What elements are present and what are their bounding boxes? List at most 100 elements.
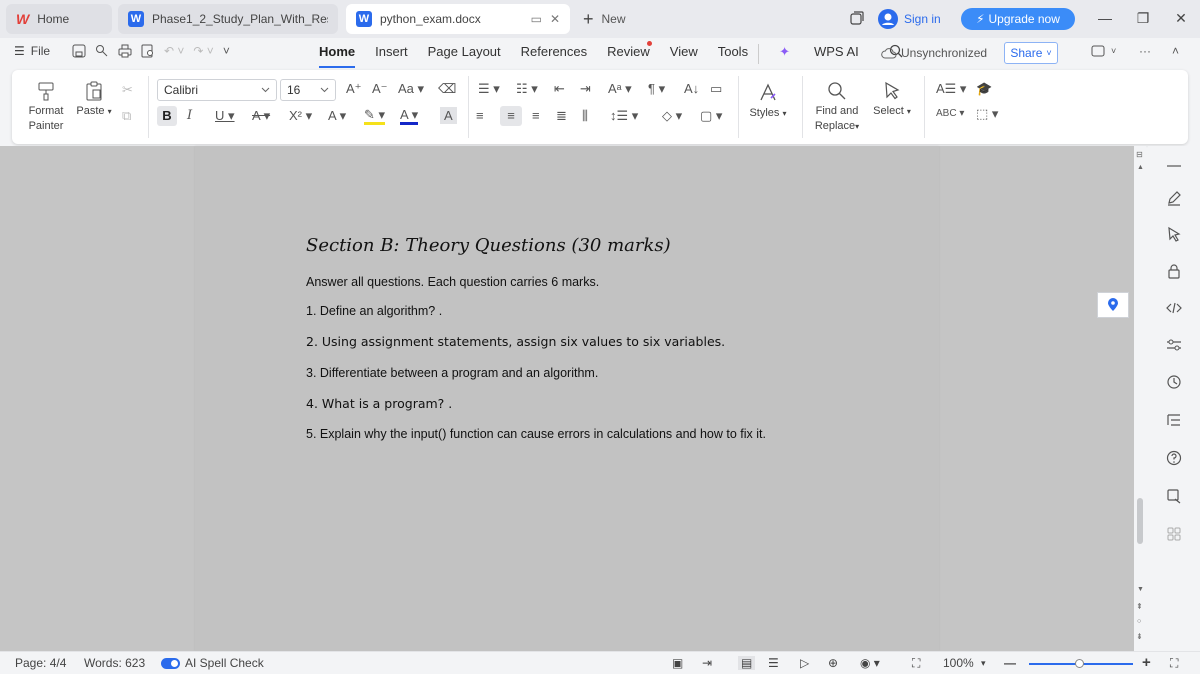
print-icon[interactable] [118,44,132,58]
borders-icon[interactable]: ▢ ▾ [700,108,722,124]
page-count[interactable]: Page: 4/4 [15,656,66,670]
help-icon[interactable] [1164,448,1184,468]
increase-indent-icon[interactable]: ⇥ [580,81,591,97]
tab-python-exam[interactable]: W python_exam.docx ▭ ✕ [346,4,570,34]
outline-icon[interactable] [1164,410,1184,430]
styles-button[interactable]: Styles ▾ [746,82,790,121]
paragraph-mark-icon[interactable]: ¶ ▾ [648,81,665,97]
outline-view-icon[interactable]: ☰ [768,656,779,670]
document-canvas[interactable]: Section B: Theory Questions (30 marks) A… [0,146,1134,651]
web-view-icon[interactable]: ⊕ [828,656,838,670]
pen-icon[interactable] [1164,188,1184,208]
close-window-icon[interactable]: ✕ [1162,10,1200,27]
align-right-icon[interactable]: ≡ [532,108,540,123]
tab-view[interactable]: View [660,44,708,64]
collapse-sidebar-icon[interactable] [1164,156,1184,176]
align-center-icon[interactable]: ≡ [500,106,522,126]
eye-protection-icon[interactable]: ◉ ▾ [860,656,880,670]
share-link-icon[interactable] [95,44,109,58]
vertical-scrollbar[interactable]: ⊟ ▲ ▼ ⇞ ○ ⇟ [1134,146,1146,651]
more-quick-access-icon[interactable]: ˅ [223,44,230,58]
more-options-icon[interactable]: ··· [1139,44,1151,58]
cursor-icon[interactable] [1164,224,1184,244]
tab-insert[interactable]: Insert [365,44,418,64]
shading-icon[interactable]: ◇ ▾ [662,108,682,124]
tab-page-layout[interactable]: Page Layout [418,44,511,64]
document-page[interactable]: Section B: Theory Questions (30 marks) A… [195,146,939,651]
superscript-icon[interactable]: X² ▾ [289,108,312,124]
zoom-slider[interactable] [1029,659,1133,668]
history-icon[interactable] [1164,372,1184,392]
scroll-down-icon[interactable]: ▼ [1137,586,1144,593]
code-icon[interactable] [1164,298,1184,318]
highlight-icon[interactable]: ✎ ▾ [364,108,386,125]
strikethrough-icon[interactable]: A ▾ [252,108,270,124]
find-replace-button[interactable]: Find and Replace▾ [810,80,864,134]
distributed-icon[interactable]: ⫼ [582,108,588,124]
scroll-up-icon[interactable]: ▲ [1137,164,1144,171]
italic-icon[interactable]: I [187,108,192,123]
ruler-toggle-icon[interactable]: ⊟ [1136,150,1143,159]
font-color-icon[interactable]: A ▾ [400,108,419,125]
character-shading-icon[interactable]: A [440,107,457,124]
sync-status[interactable]: Unsynchronized [881,46,987,60]
change-case-icon[interactable]: Aa ▾ [398,81,424,97]
spell-check-icon[interactable]: ABC ▾ [936,108,964,119]
text-effects-icon[interactable]: A ▾ [328,108,346,124]
education-icon[interactable]: 🎓 [976,81,992,97]
exit-icon[interactable]: ⇥ [702,656,712,670]
tab-tools[interactable]: Tools [708,44,758,64]
bullet-list-icon[interactable]: ☰ ▾ [478,81,500,97]
proofread-icon[interactable]: ▣ [672,656,683,670]
spell-check-toggle[interactable] [161,658,180,669]
play-icon[interactable]: ▷ [800,656,809,670]
tab-home-ribbon[interactable]: Home [309,44,365,68]
clear-formatting-icon[interactable]: ⌫ [438,81,456,97]
select-button[interactable]: Select ▾ [870,80,914,119]
review-icon[interactable] [1164,486,1184,506]
restore-tabs-icon[interactable] [850,11,864,25]
format-painter-button[interactable]: Format Painter [22,80,70,134]
tab-study-plan[interactable]: W Phase1_2_Study_Plan_With_Resources [118,4,338,34]
close-tab-icon[interactable]: ✕ [550,12,560,26]
font-size-select[interactable]: 16 [280,79,336,101]
numbered-list-icon[interactable]: ☷ ▾ [516,81,538,97]
decrease-font-size-icon[interactable]: A⁻ [372,81,388,97]
fullscreen-icon[interactable]: ⛶ [1170,656,1178,671]
redo-icon[interactable]: ↷ ˅ [193,44,213,58]
new-tab-button[interactable]: + New [583,4,626,34]
text-tools-icon[interactable]: A☰ ▾ [936,81,966,97]
select-browse-object-icon[interactable]: ○ [1137,618,1141,625]
text-direction-icon[interactable]: Aᵃ ▾ [608,81,632,97]
tab-wps-ai[interactable]: ✦ WPS AI [758,44,879,64]
ruler-icon[interactable]: ▭ [710,81,722,97]
increase-font-size-icon[interactable]: A⁺ [346,81,362,97]
copy-icon[interactable]: ⧉ [122,108,131,124]
layout-mode-button[interactable]: ˅ [1091,44,1116,58]
word-count[interactable]: Words: 623 [84,656,145,670]
fit-page-icon[interactable]: ⛶ [912,656,920,671]
sign-in-button[interactable]: Sign in [878,8,941,30]
zoom-out-icon[interactable]: — [1004,656,1016,670]
justify-icon[interactable]: ≣ [556,108,567,124]
zoom-slider-handle[interactable] [1075,659,1084,668]
collapse-ribbon-icon[interactable]: ˄ [1172,44,1179,58]
cut-icon[interactable]: ✂ [122,82,133,98]
share-button[interactable]: Share ˅ [1004,42,1058,64]
tab-home[interactable]: W Home [6,4,112,34]
previous-page-icon[interactable]: ⇞ [1136,602,1143,611]
scrollbar-thumb[interactable] [1137,498,1143,544]
undo-icon[interactable]: ↶ ˅ [164,44,184,58]
select-object-icon[interactable]: ⬚ ▾ [976,106,998,122]
font-name-select[interactable]: Calibri [157,79,277,101]
save-icon[interactable] [72,44,86,58]
next-page-icon[interactable]: ⇟ [1136,632,1143,641]
location-pin-button[interactable] [1097,292,1129,318]
maximize-icon[interactable]: ❐ [1124,10,1162,27]
sort-icon[interactable]: A↓ [684,81,699,96]
chevron-down-icon[interactable]: ▾ [981,658,986,669]
minimize-icon[interactable]: — [1086,10,1124,27]
print-preview-icon[interactable] [141,44,155,58]
tab-references[interactable]: References [511,44,597,64]
decrease-indent-icon[interactable]: ⇤ [554,81,565,97]
